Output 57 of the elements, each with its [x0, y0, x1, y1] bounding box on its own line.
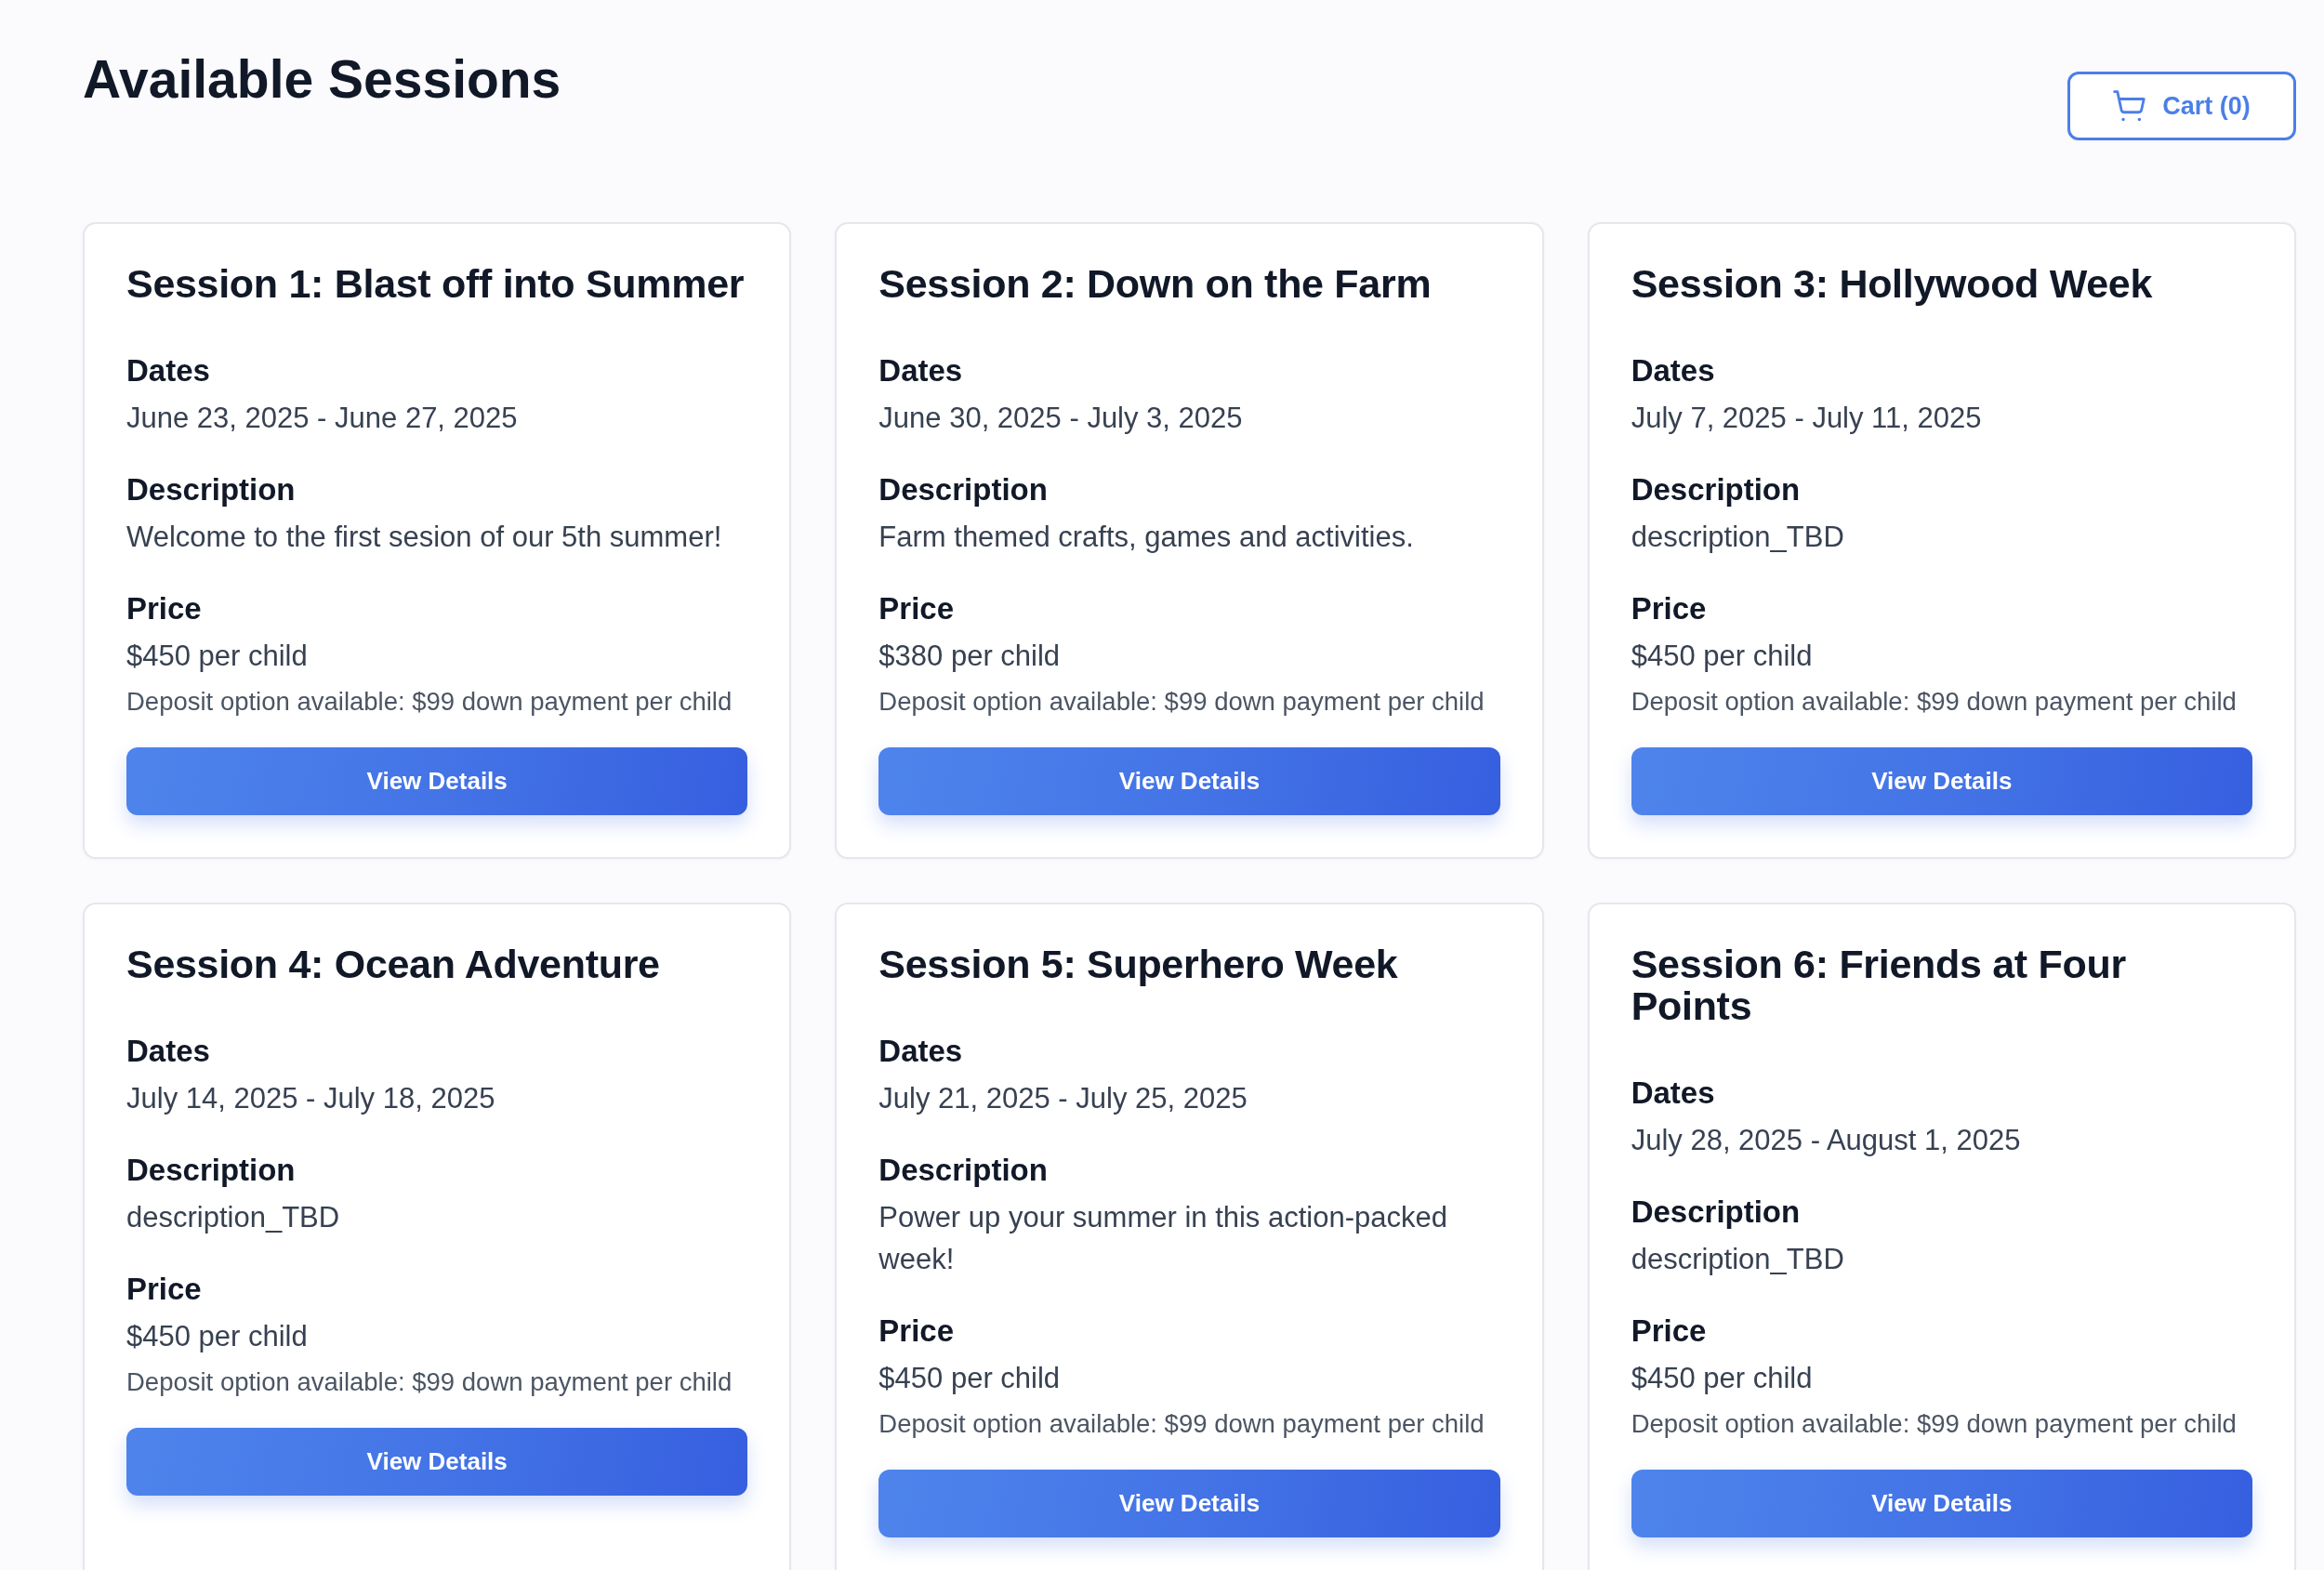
- section-label: Price: [1631, 590, 1708, 627]
- section-label: Description: [878, 1152, 1049, 1189]
- page-title: Available Sessions: [83, 48, 561, 111]
- section-label: Description: [1631, 471, 1802, 508]
- card-title: Session 1: Blast off into Summer: [126, 263, 746, 305]
- dates-text: July 21, 2025 - July 25, 2025: [878, 1081, 1248, 1116]
- deposit-note: Deposit option available: $99 down payment per child: [1631, 1408, 2238, 1440]
- description-text: Farm themed crafts, games and activities.: [878, 520, 1415, 555]
- view-details-button[interactable]: View Details: [1631, 1470, 2252, 1537]
- cart-button[interactable]: Cart (0): [2067, 72, 2296, 140]
- section-label: Price: [126, 1271, 203, 1308]
- price-text: $450 per child: [126, 639, 309, 674]
- card-title: Session 4: Ocean Adventure: [126, 943, 661, 985]
- section-label: Description: [878, 471, 1049, 508]
- section-label: Dates: [878, 352, 964, 389]
- section-label: Price: [878, 590, 956, 627]
- price-text: $450 per child: [878, 1361, 1062, 1396]
- section-label: Dates: [1631, 352, 1716, 389]
- description-text: description_TBD: [1631, 520, 1845, 555]
- description-text: Power up your summer in this action-packed week!: [878, 1200, 1448, 1277]
- view-details-button[interactable]: View Details: [878, 747, 1500, 815]
- section-label: Dates: [126, 1033, 211, 1070]
- card-title: Session 6: Friends at Four Points: [1631, 943, 2127, 1027]
- card-title: Session 2: Down on the Farm: [878, 263, 1433, 305]
- view-details-button[interactable]: View Details: [126, 747, 748, 815]
- section-label: Description: [126, 1152, 297, 1189]
- deposit-note: Deposit option available: $99 down payment per child: [878, 686, 1486, 718]
- dates-text: July 7, 2025 - July 11, 2025: [1631, 401, 1983, 436]
- cart-icon: [2113, 89, 2146, 123]
- description-text: description_TBD: [126, 1200, 341, 1235]
- section-label: Description: [1631, 1194, 1802, 1231]
- dates-text: July 28, 2025 - August 1, 2025: [1631, 1123, 2022, 1158]
- section-label: Price: [878, 1313, 956, 1350]
- dates-text: June 30, 2025 - July 3, 2025: [878, 401, 1244, 436]
- view-details-button[interactable]: View Details: [1631, 747, 2252, 815]
- price-text: $380 per child: [878, 639, 1062, 674]
- deposit-note: Deposit option available: $99 down payment per child: [126, 1366, 733, 1398]
- description-text: description_TBD: [1631, 1242, 1845, 1277]
- section-label: Dates: [878, 1033, 964, 1070]
- dates-text: June 23, 2025 - June 27, 2025: [126, 401, 519, 436]
- view-details-button[interactable]: View Details: [878, 1470, 1500, 1537]
- price-text: $450 per child: [1631, 639, 1814, 674]
- section-label: Dates: [1631, 1075, 1716, 1112]
- section-label: Price: [126, 590, 203, 627]
- view-details-button[interactable]: View Details: [126, 1428, 748, 1496]
- description-text: Welcome to the first sesion of our 5th summer!: [126, 520, 723, 555]
- card-title: Session 3: Hollywood Week: [1631, 263, 2154, 305]
- deposit-note: Deposit option available: $99 down payment per child: [878, 1408, 1486, 1440]
- section-label: Dates: [126, 352, 211, 389]
- deposit-note: Deposit option available: $99 down payment per child: [126, 686, 733, 718]
- card-title: Session 5: Superhero Week: [878, 943, 1399, 985]
- price-text: $450 per child: [126, 1319, 309, 1354]
- price-text: $450 per child: [1631, 1361, 1814, 1396]
- section-label: Price: [1631, 1313, 1708, 1350]
- deposit-note: Deposit option available: $99 down payment per child: [1631, 686, 2238, 718]
- dates-text: July 14, 2025 - July 18, 2025: [126, 1081, 496, 1116]
- section-label: Description: [126, 471, 297, 508]
